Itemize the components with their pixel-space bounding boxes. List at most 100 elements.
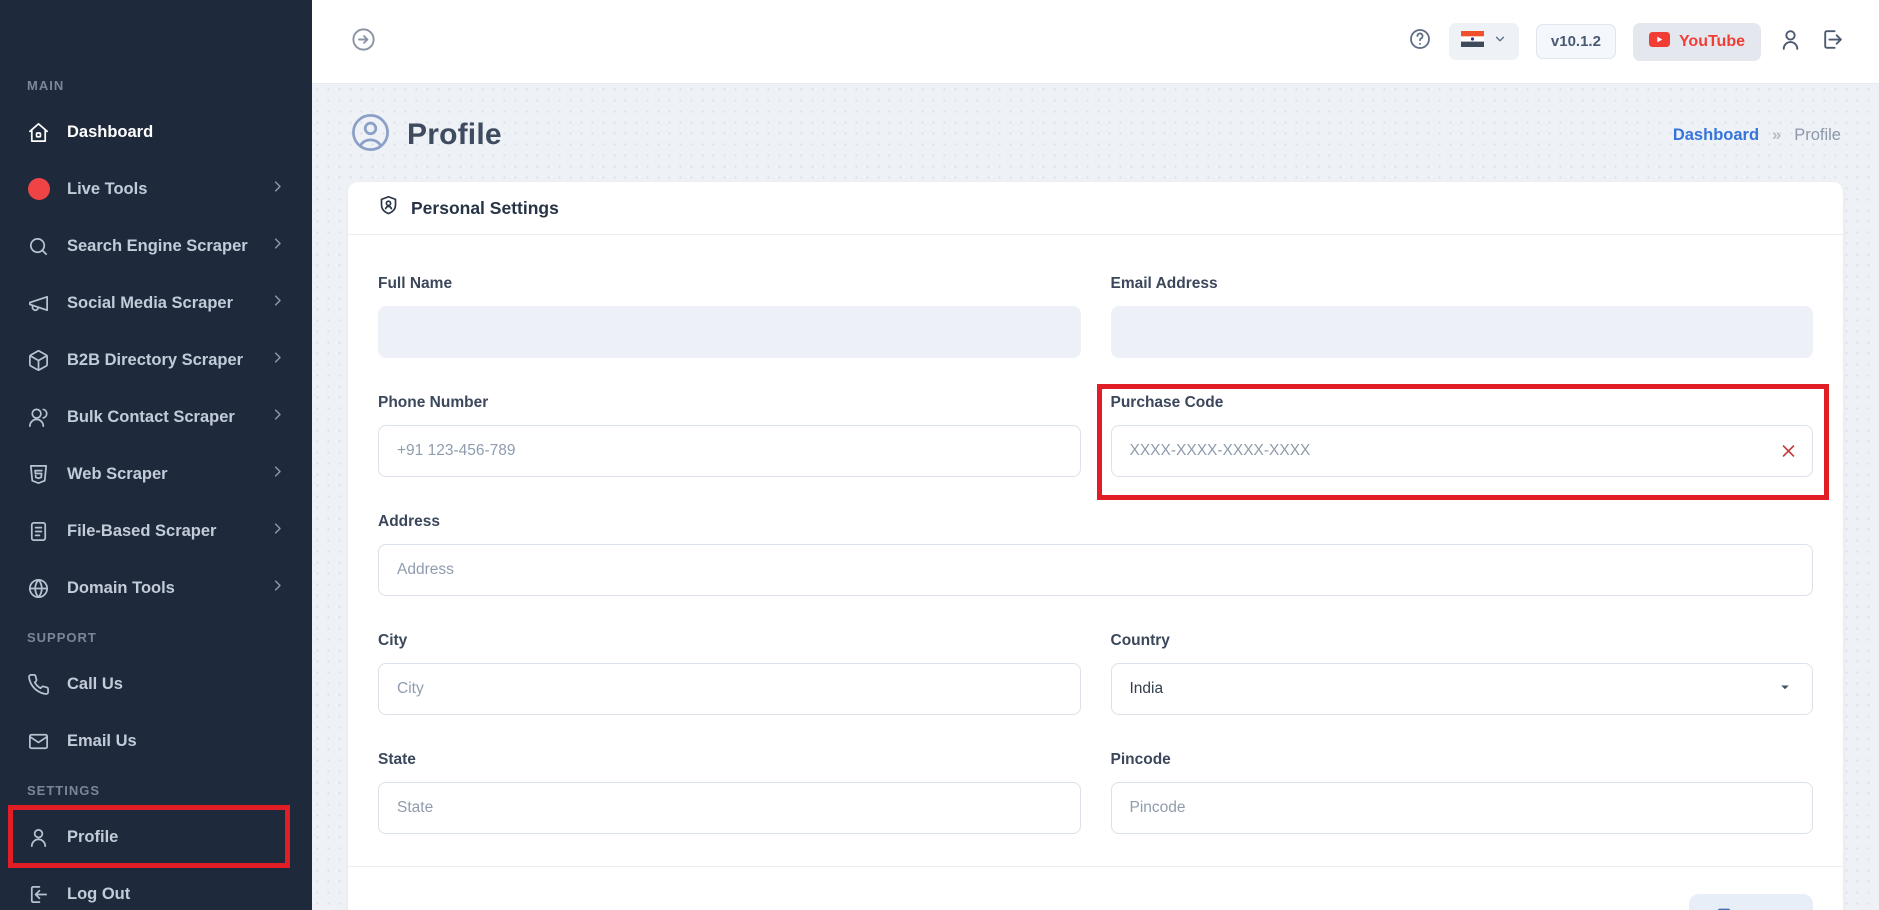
logout-icon[interactable] xyxy=(1820,27,1845,57)
sidebar-item-b2b-directory-scraper[interactable]: B2B Directory Scraper xyxy=(0,338,312,382)
caret-down-icon xyxy=(1776,678,1794,701)
sidebar-item-social-media-scraper[interactable]: Social Media Scraper xyxy=(0,281,312,325)
sidebar-logo-area xyxy=(0,0,312,58)
india-flag-icon xyxy=(1461,31,1484,52)
chevron-right-icon xyxy=(270,179,285,199)
sidebar-item-call-us[interactable]: Call Us xyxy=(0,662,312,706)
main-area: v10.1.2 YouTube xyxy=(312,0,1879,910)
page-header: Profile Dashboard » Profile xyxy=(348,100,1843,182)
clear-icon[interactable] xyxy=(1780,443,1797,460)
purchase-code-label: Purchase Code xyxy=(1111,394,1814,412)
email-input xyxy=(1111,306,1814,358)
country-label: Country xyxy=(1111,632,1814,650)
full-name-input xyxy=(378,306,1081,358)
chevron-right-icon xyxy=(270,578,285,598)
sidebar-section-main: MAIN xyxy=(0,78,312,93)
sidebar-item-domain-tools[interactable]: Domain Tools xyxy=(0,566,312,610)
topbar: v10.1.2 YouTube xyxy=(312,0,1879,84)
card-title: Personal Settings xyxy=(411,198,559,219)
state-label: State xyxy=(378,751,1081,769)
youtube-icon xyxy=(1649,32,1670,52)
sidebar-section-support: SUPPORT xyxy=(0,630,312,645)
city-input[interactable] xyxy=(378,663,1081,715)
country-field: Country India xyxy=(1111,632,1814,715)
address-label: Address xyxy=(378,513,1813,531)
card-footer: Save xyxy=(348,866,1843,910)
email-label: Email Address xyxy=(1111,275,1814,293)
chevron-right-icon xyxy=(270,350,285,370)
html5-icon xyxy=(27,463,50,486)
page-title: Profile xyxy=(407,118,502,152)
address-field: Address xyxy=(378,513,1813,596)
app-window: MAIN Dashboard Live Tools Search Engine … xyxy=(0,0,1879,910)
sidebar-item-profile[interactable]: Profile xyxy=(0,815,312,859)
annotation-highlight-box xyxy=(8,805,290,868)
file-text-icon xyxy=(27,520,50,543)
save-button[interactable]: Save xyxy=(1689,894,1813,910)
phone-label: Phone Number xyxy=(378,394,1081,412)
sidebar-item-label: Search Engine Scraper xyxy=(67,237,248,256)
handshake-icon xyxy=(27,349,50,372)
card-body: Full Name Email Address Phone Number xyxy=(348,235,1843,866)
sidebar-item-bulk-contact-scraper[interactable]: Bulk Contact Scraper xyxy=(0,395,312,439)
sidebar-item-search-engine-scraper[interactable]: Search Engine Scraper xyxy=(0,224,312,268)
version-badge: v10.1.2 xyxy=(1536,24,1616,59)
chevron-right-icon xyxy=(270,407,285,427)
logout-icon xyxy=(27,883,50,906)
full-name-field: Full Name xyxy=(378,275,1081,358)
language-selector[interactable] xyxy=(1449,23,1519,60)
country-select[interactable]: India xyxy=(1111,663,1814,715)
red-dot-icon xyxy=(27,178,50,201)
pincode-input[interactable] xyxy=(1111,782,1814,834)
sidebar-item-email-us[interactable]: Email Us xyxy=(0,719,312,763)
breadcrumb-current: Profile xyxy=(1794,126,1841,145)
personal-settings-card: Personal Settings Full Name Email Addres… xyxy=(348,182,1843,910)
pincode-field: Pincode xyxy=(1111,751,1814,834)
sidebar-item-label: Web Scraper xyxy=(67,465,168,484)
purchase-code-field: Purchase Code xyxy=(1111,394,1814,477)
chevron-down-icon xyxy=(1493,32,1507,51)
sidebar-item-live-tools[interactable]: Live Tools xyxy=(0,167,312,211)
email-field: Email Address xyxy=(1111,275,1814,358)
sidebar-item-label: Email Us xyxy=(67,732,137,751)
address-input[interactable] xyxy=(378,544,1813,596)
sidebar-item-label: Dashboard xyxy=(67,123,153,142)
profile-avatar-icon xyxy=(350,112,391,158)
sidebar-item-file-based-scraper[interactable]: File-Based Scraper xyxy=(0,509,312,553)
sidebar-item-label: Live Tools xyxy=(67,180,147,199)
city-field: City xyxy=(378,632,1081,715)
sidebar: MAIN Dashboard Live Tools Search Engine … xyxy=(0,0,312,910)
card-header: Personal Settings xyxy=(348,182,1843,235)
phone-field: Phone Number xyxy=(378,394,1081,477)
users-icon xyxy=(27,406,50,429)
breadcrumb: Dashboard » Profile xyxy=(1673,126,1841,145)
sidebar-toggle-icon[interactable] xyxy=(350,26,377,58)
globe-icon xyxy=(27,577,50,600)
breadcrumb-dashboard-link[interactable]: Dashboard xyxy=(1673,126,1759,145)
page-content: Profile Dashboard » Profile Personal Set… xyxy=(312,84,1879,910)
breadcrumb-separator: » xyxy=(1772,126,1781,145)
phone-input[interactable] xyxy=(378,425,1081,477)
youtube-button[interactable]: YouTube xyxy=(1633,23,1761,61)
sidebar-item-log-out[interactable]: Log Out xyxy=(0,872,312,910)
sidebar-item-label: Profile xyxy=(67,828,118,847)
sidebar-item-label: Social Media Scraper xyxy=(67,294,233,313)
home-icon xyxy=(27,121,50,144)
shield-user-icon xyxy=(378,195,399,221)
sidebar-item-label: File-Based Scraper xyxy=(67,522,216,541)
sidebar-item-web-scraper[interactable]: Web Scraper xyxy=(0,452,312,496)
chevron-right-icon xyxy=(270,293,285,313)
help-icon[interactable] xyxy=(1408,27,1432,56)
chevron-right-icon xyxy=(270,521,285,541)
sidebar-section-settings: SETTINGS xyxy=(0,783,312,798)
state-field: State xyxy=(378,751,1081,834)
sidebar-item-dashboard[interactable]: Dashboard xyxy=(0,110,312,154)
search-icon xyxy=(27,235,50,258)
sidebar-item-label: B2B Directory Scraper xyxy=(67,351,243,370)
account-icon[interactable] xyxy=(1778,27,1803,57)
pincode-label: Pincode xyxy=(1111,751,1814,769)
sidebar-item-label: Domain Tools xyxy=(67,579,175,598)
state-input[interactable] xyxy=(378,782,1081,834)
chevron-right-icon xyxy=(270,236,285,256)
purchase-code-input[interactable] xyxy=(1111,425,1814,477)
